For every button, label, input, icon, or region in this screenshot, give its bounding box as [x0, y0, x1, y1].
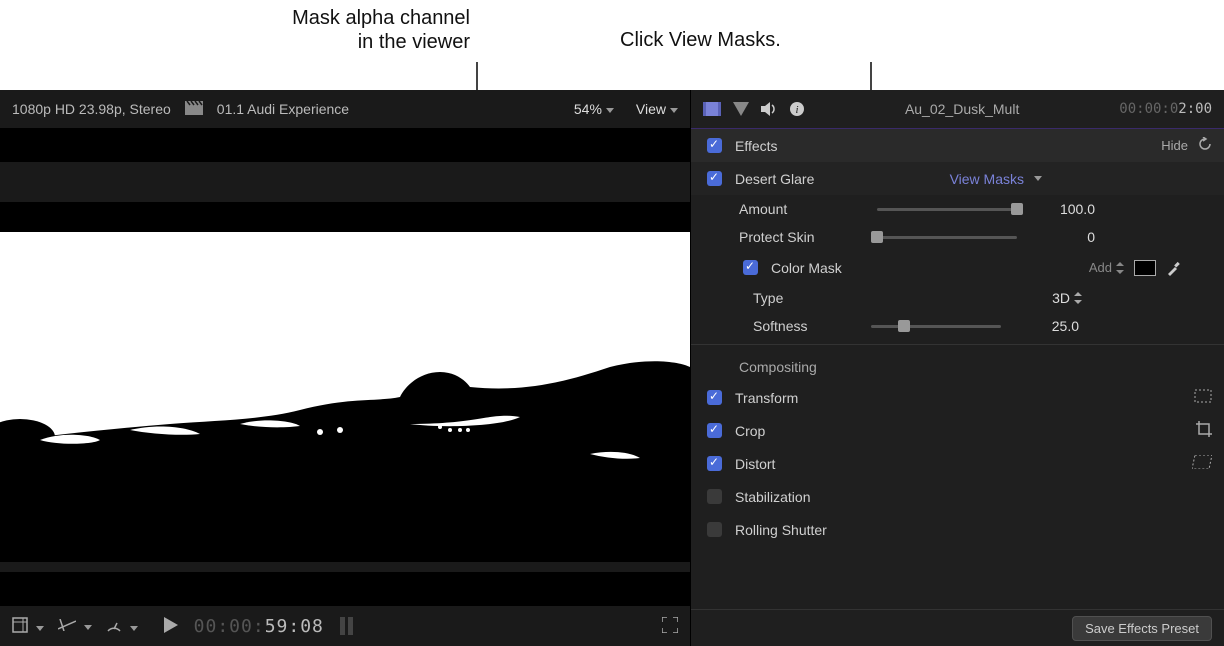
- audio-meter: [340, 617, 353, 635]
- desert-glare-toggle[interactable]: [707, 171, 722, 186]
- timecode-bright: 2:00: [1178, 101, 1212, 117]
- hide-button[interactable]: Hide: [1161, 138, 1188, 153]
- type-menu[interactable]: 3D: [1052, 290, 1082, 306]
- effects-toggle[interactable]: [707, 138, 722, 153]
- inspector-footer: Save Effects Preset: [691, 609, 1224, 646]
- transform-row[interactable]: Transform: [691, 381, 1224, 414]
- inspector-header: i Au_02_Dusk_Mult 00:00:02:00: [691, 90, 1224, 129]
- distort-row[interactable]: Distort: [691, 447, 1224, 480]
- amount-slider[interactable]: [877, 208, 1017, 211]
- app-window: 1080p HD 23.98p, Stereo 01.1 Audi Experi…: [0, 90, 1224, 646]
- zoom-menu[interactable]: 54%: [574, 101, 614, 117]
- protect-skin-row: Protect Skin 0: [691, 223, 1224, 251]
- distort-label: Distort: [735, 456, 775, 472]
- type-value: 3D: [1052, 290, 1070, 306]
- protect-skin-value[interactable]: 0: [1035, 229, 1095, 245]
- distort-toggle[interactable]: [707, 456, 722, 471]
- callout-text: in the viewer: [210, 30, 470, 54]
- timecode-bright: 59:08: [265, 616, 324, 637]
- rolling-shutter-toggle[interactable]: [707, 522, 722, 537]
- inspector-pane: i Au_02_Dusk_Mult 00:00:02:00 Effects Hi…: [690, 90, 1224, 646]
- mask-preview-image: [0, 162, 690, 572]
- add-label: Add: [1089, 260, 1112, 275]
- softness-label: Softness: [753, 318, 853, 334]
- stabilization-label: Stabilization: [735, 489, 811, 505]
- viewer-header: 1080p HD 23.98p, Stereo 01.1 Audi Experi…: [0, 90, 690, 128]
- type-label: Type: [753, 290, 853, 306]
- viewer-content[interactable]: [0, 128, 690, 606]
- callout-text: Mask alpha channel: [210, 6, 470, 30]
- softness-slider[interactable]: [871, 325, 1001, 328]
- timecode-dark: 00:00:: [194, 616, 265, 637]
- viewer-footer: 00:00:59:08: [0, 606, 690, 646]
- info-tab-icon[interactable]: i: [789, 101, 805, 117]
- effects-section-header: Effects Hide: [691, 129, 1224, 162]
- type-row: Type 3D: [691, 284, 1224, 312]
- transform-label: Transform: [735, 390, 798, 406]
- crop-icon[interactable]: [1196, 421, 1212, 440]
- amount-label: Amount: [739, 201, 859, 217]
- reset-icon[interactable]: [1198, 137, 1212, 154]
- callout-left: Mask alpha channel in the viewer: [210, 6, 470, 54]
- crop-label: Crop: [735, 423, 765, 439]
- color-mask-add-menu[interactable]: Add: [1089, 260, 1124, 275]
- protect-skin-label: Protect Skin: [739, 229, 859, 245]
- protect-skin-slider[interactable]: [877, 236, 1017, 239]
- desert-glare-label: Desert Glare: [735, 171, 814, 187]
- timecode-dark: 00:00:0: [1119, 101, 1178, 117]
- viewer-pane: 1080p HD 23.98p, Stereo 01.1 Audi Experi…: [0, 90, 690, 646]
- color-mask-toggle[interactable]: [743, 260, 758, 275]
- callout-right: Click View Masks.: [620, 28, 781, 52]
- callout-text: Click View Masks.: [620, 28, 781, 52]
- rolling-shutter-label: Rolling Shutter: [735, 522, 827, 538]
- inspector-body: Effects Hide Desert Glare View Masks Amo…: [691, 129, 1224, 609]
- compositing-header: Compositing: [691, 349, 1224, 381]
- mask-color-swatch[interactable]: [1134, 260, 1156, 276]
- eyedropper-icon[interactable]: [1166, 260, 1182, 276]
- viewer-timecode[interactable]: 00:00:59:08: [194, 616, 324, 637]
- retime-tool-menu[interactable]: [58, 618, 92, 634]
- transform-icon[interactable]: [1194, 389, 1212, 406]
- clapper-icon: [185, 101, 203, 118]
- view-masks-menu[interactable]: View Masks: [950, 171, 1042, 187]
- effects-label: Effects: [735, 138, 778, 154]
- stabilization-row[interactable]: Stabilization: [691, 480, 1224, 513]
- crop-row[interactable]: Crop: [691, 414, 1224, 447]
- crop-toggle[interactable]: [707, 423, 722, 438]
- stabilization-toggle[interactable]: [707, 489, 722, 504]
- fullscreen-icon[interactable]: [662, 617, 678, 636]
- color-tab-icon[interactable]: [733, 102, 749, 116]
- amount-row: Amount 100.0: [691, 195, 1224, 223]
- save-effects-preset-button[interactable]: Save Effects Preset: [1072, 616, 1212, 641]
- transform-toggle[interactable]: [707, 390, 722, 405]
- video-tab-icon[interactable]: [703, 102, 721, 116]
- view-menu[interactable]: View: [636, 101, 678, 117]
- svg-text:i: i: [795, 104, 798, 116]
- speed-tool-menu[interactable]: [106, 617, 138, 636]
- inspector-timecode: 00:00:02:00: [1119, 101, 1212, 117]
- inspector-clip-name: Au_02_Dusk_Mult: [905, 101, 1019, 117]
- crop-tool-menu[interactable]: [12, 617, 44, 636]
- softness-row: Softness 25.0: [691, 312, 1224, 340]
- color-mask-row: Color Mask Add: [691, 251, 1224, 284]
- viewer-format-text: 1080p HD 23.98p, Stereo: [12, 101, 171, 117]
- rolling-shutter-row[interactable]: Rolling Shutter: [691, 513, 1224, 546]
- distort-icon[interactable]: [1192, 455, 1212, 472]
- viewer-clip-name: 01.1 Audi Experience: [217, 101, 349, 117]
- view-masks-label: View Masks: [950, 171, 1024, 187]
- audio-tab-icon[interactable]: [761, 102, 777, 116]
- play-button[interactable]: [164, 617, 178, 636]
- desert-glare-row[interactable]: Desert Glare View Masks: [691, 162, 1224, 195]
- softness-value[interactable]: 25.0: [1019, 318, 1079, 334]
- amount-value[interactable]: 100.0: [1035, 201, 1095, 217]
- color-mask-label: Color Mask: [771, 260, 842, 276]
